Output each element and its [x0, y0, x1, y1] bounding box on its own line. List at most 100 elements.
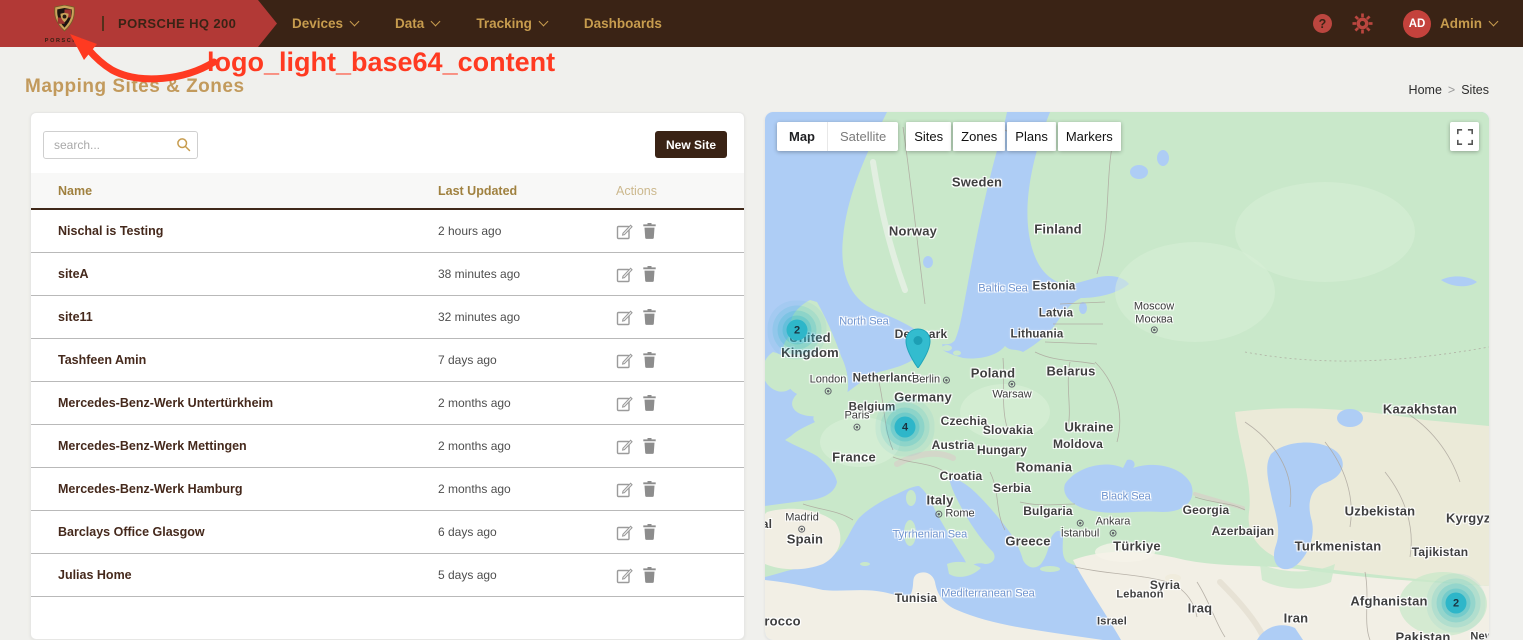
navbar-right: ?	[1313, 0, 1497, 47]
site-last-updated: 7 days ago	[438, 353, 616, 367]
site-name: Julias Home	[58, 568, 438, 582]
row-actions	[616, 395, 744, 412]
site-last-updated: 2 hours ago	[438, 224, 616, 238]
main-nav: Devices Data Tracking Dashboards	[292, 0, 662, 47]
column-header-actions: Actions	[616, 184, 744, 198]
nav-item-label: Devices	[292, 16, 343, 31]
map-panel: SwedenNorwayFinlandBaltic SeaEstoniaLatv…	[765, 112, 1489, 640]
porsche-logo[interactable]: PORSCHE	[36, 5, 92, 44]
edit-icon[interactable]	[616, 524, 633, 541]
fullscreen-button[interactable]	[1450, 122, 1479, 151]
edit-icon[interactable]	[616, 352, 633, 369]
nav-item-data[interactable]: Data	[395, 16, 439, 31]
delete-trash-icon[interactable]	[643, 309, 656, 325]
site-last-updated: 2 months ago	[438, 396, 616, 410]
map-cluster-marker[interactable]: 2	[1446, 593, 1467, 614]
site-name: Mercedes-Benz-Werk Untertürkheim	[58, 396, 438, 410]
sites-table-body: Nischal is Testing2 hours agositeA38 min…	[31, 210, 744, 597]
table-row: Mercedes-Benz-Werk Untertürkheim2 months…	[31, 382, 744, 425]
breadcrumb-home[interactable]: Home	[1409, 83, 1442, 97]
nav-item-label: Tracking	[476, 16, 532, 31]
nav-item-tracking[interactable]: Tracking	[476, 16, 547, 31]
table-row: site1132 minutes ago	[31, 296, 744, 339]
delete-trash-icon[interactable]	[643, 524, 656, 540]
table-row: Tashfeen Amin7 days ago	[31, 339, 744, 382]
map-pin-marker[interactable]	[904, 328, 932, 373]
edit-icon[interactable]	[616, 395, 633, 412]
edit-icon[interactable]	[616, 266, 633, 283]
app-root: PORSCHE PORSCHE HQ 200 Devices Data Tracki…	[0, 0, 1523, 640]
edit-icon[interactable]	[616, 309, 633, 326]
table-row: Julias Home5 days ago	[31, 554, 744, 597]
brand-divider	[102, 16, 104, 31]
site-name: Nischal is Testing	[58, 224, 438, 238]
table-row: Mercedes-Benz-Werk Hamburg2 months ago	[31, 468, 744, 511]
column-header-last-updated: Last Updated	[438, 184, 616, 198]
delete-trash-icon[interactable]	[643, 438, 656, 454]
edit-icon[interactable]	[616, 438, 633, 455]
chevron-down-icon	[350, 17, 360, 27]
breadcrumb-separator: >	[1448, 83, 1455, 97]
site-name: Barclays Office Glasgow	[58, 525, 438, 539]
table-row: siteA38 minutes ago	[31, 253, 744, 296]
site-last-updated: 6 days ago	[438, 525, 616, 539]
chevron-down-icon	[538, 17, 548, 27]
edit-icon[interactable]	[616, 223, 633, 240]
nav-item-dashboards[interactable]: Dashboards	[584, 16, 662, 31]
breadcrumb-current: Sites	[1461, 83, 1489, 97]
delete-trash-icon[interactable]	[643, 481, 656, 497]
help-icon[interactable]: ?	[1313, 14, 1332, 33]
row-actions	[616, 309, 744, 326]
map-layer-buttons: SitesZonesPlansMarkers	[906, 122, 1121, 151]
row-actions	[616, 567, 744, 584]
site-last-updated: 32 minutes ago	[438, 310, 616, 324]
delete-trash-icon[interactable]	[643, 395, 656, 411]
new-site-button[interactable]: New Site	[655, 131, 727, 158]
row-actions	[616, 223, 744, 240]
row-actions	[616, 481, 744, 498]
user-menu[interactable]: Admin	[1440, 16, 1497, 31]
table-row: Barclays Office Glasgow6 days ago	[31, 511, 744, 554]
map-layer-button-markers[interactable]: Markers	[1058, 122, 1121, 151]
delete-trash-icon[interactable]	[643, 266, 656, 282]
map-base-layer	[765, 112, 1489, 640]
site-name: site11	[58, 310, 438, 324]
row-actions	[616, 524, 744, 541]
site-name: Mercedes-Benz-Werk Hamburg	[58, 482, 438, 496]
site-name: Tashfeen Amin	[58, 353, 438, 367]
map-canvas[interactable]: SwedenNorwayFinlandBaltic SeaEstoniaLatv…	[765, 112, 1489, 640]
table-row: Mercedes-Benz-Werk Mettingen2 months ago	[31, 425, 744, 468]
edit-icon[interactable]	[616, 481, 633, 498]
table-row: Nischal is Testing2 hours ago	[31, 210, 744, 253]
fullscreen-icon	[1457, 129, 1473, 145]
annotation-label: logo_light_base64_content	[207, 47, 555, 78]
map-cluster-marker[interactable]: 2	[787, 320, 808, 341]
site-last-updated: 5 days ago	[438, 568, 616, 582]
settings-gear-icon[interactable]	[1352, 13, 1373, 34]
map-layer-button-sites[interactable]: Sites	[906, 122, 951, 151]
site-name: Mercedes-Benz-Werk Mettingen	[58, 439, 438, 453]
delete-trash-icon[interactable]	[643, 352, 656, 368]
brand-section: PORSCHE PORSCHE HQ 200	[0, 0, 280, 47]
user-avatar[interactable]: AD	[1403, 10, 1431, 38]
page-title: Mapping Sites & Zones	[25, 76, 245, 98]
search-input[interactable]	[43, 131, 198, 159]
map-layer-button-plans[interactable]: Plans	[1007, 122, 1056, 151]
delete-trash-icon[interactable]	[643, 223, 656, 239]
row-actions	[616, 438, 744, 455]
search-icon	[176, 137, 191, 157]
nav-item-devices[interactable]: Devices	[292, 16, 358, 31]
site-last-updated: 38 minutes ago	[438, 267, 616, 281]
map-cluster-marker[interactable]: 4	[895, 417, 916, 438]
map-type-map-button[interactable]: Map	[777, 122, 827, 151]
chevron-down-icon	[431, 17, 441, 27]
brand-title: PORSCHE HQ 200	[118, 0, 236, 47]
porsche-crest-icon	[53, 5, 76, 32]
table-header: Name Last Updated Actions	[31, 173, 744, 210]
delete-trash-icon[interactable]	[643, 567, 656, 583]
map-type-satellite-button[interactable]: Satellite	[827, 122, 898, 151]
map-layer-button-zones[interactable]: Zones	[953, 122, 1005, 151]
edit-icon[interactable]	[616, 567, 633, 584]
site-last-updated: 2 months ago	[438, 482, 616, 496]
breadcrumb: Home > Sites	[1409, 83, 1489, 97]
